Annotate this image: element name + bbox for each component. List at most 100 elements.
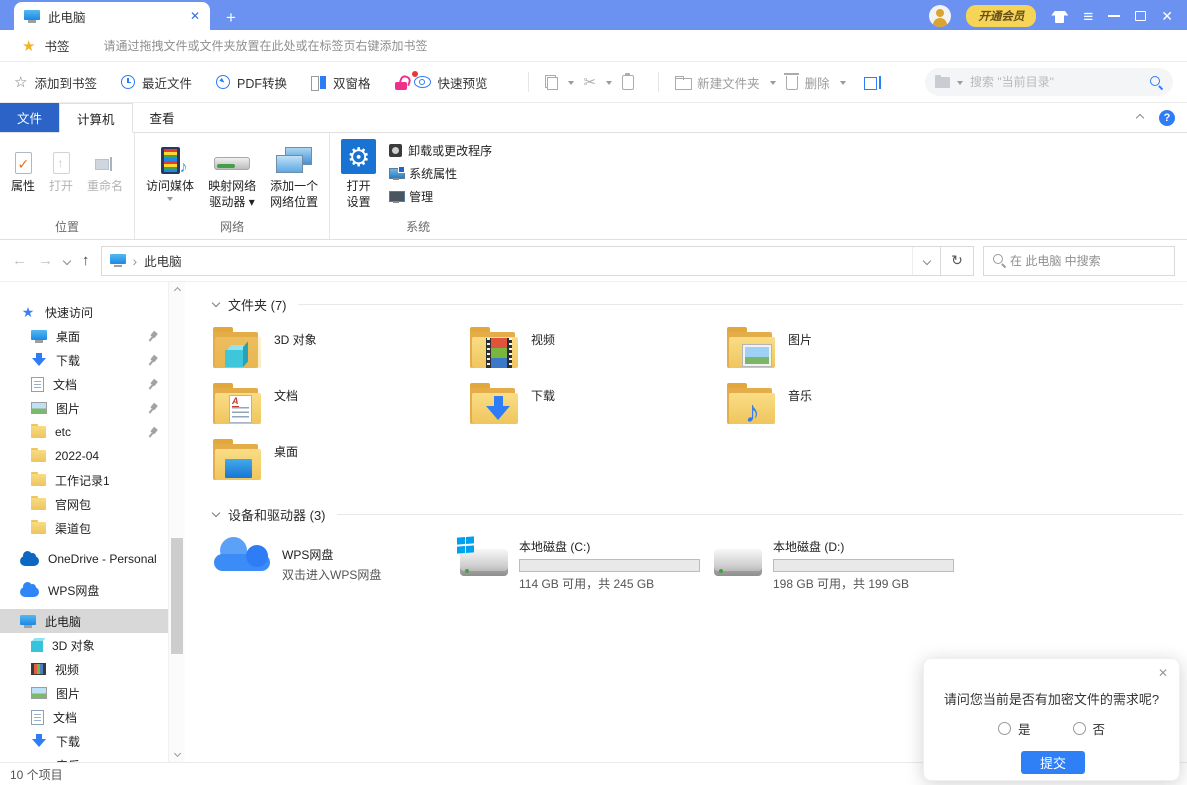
lock-button[interactable] [395,75,408,90]
add-bookmark-button[interactable]: ☆ 添加到书签 [14,73,97,92]
open-button[interactable]: 打开 [42,135,80,195]
sidebar-item-wps-drive[interactable]: WPS网盘 [0,578,168,602]
tab-this-pc[interactable]: 此电脑 ✕ [14,2,210,30]
tab-file[interactable]: 文件 [0,103,59,132]
access-media-button[interactable]: 访问媒体 [139,135,201,204]
sidebar-item-pictures[interactable]: 图片 [0,396,168,420]
submit-button[interactable]: 提交 [1021,751,1085,774]
folder-item-downloads[interactable]: 下载 [470,382,727,427]
add-network-location-button[interactable]: 添加一个 网络位置 [263,135,325,210]
uninstall-program-button[interactable]: 卸载或更改程序 [389,142,492,159]
quick-preview-button[interactable]: 快速预览 [414,73,488,92]
scroll-up-icon[interactable] [169,282,185,299]
scrollbar-thumb[interactable] [171,538,183,654]
radio-yes[interactable] [998,722,1011,735]
sidebar-item-desktop[interactable]: 桌面 [0,324,168,348]
dialog-close-icon[interactable]: ✕ [1158,666,1168,680]
theme-skin-icon[interactable] [1051,10,1068,23]
system-properties-button[interactable]: 系统属性 [389,165,492,182]
breadcrumb-location[interactable]: 此电脑 [144,251,182,270]
sidebar-item-onedrive[interactable]: OneDrive - Personal [0,547,168,571]
help-icon[interactable]: ? [1159,110,1175,126]
sidebar-item-this-pc[interactable]: 此电脑 [0,609,168,633]
sidebar-item-videos[interactable]: 视频 [0,657,168,681]
back-icon[interactable]: ← [12,252,27,269]
sidebar-item-documents[interactable]: 文档 [0,372,168,396]
option-yes[interactable]: 是 [998,719,1031,738]
new-tab-button[interactable]: + [226,9,236,26]
option-no[interactable]: 否 [1073,719,1106,738]
dual-pane-button[interactable]: 双窗格 [311,73,371,92]
folder-item-3d-objects[interactable]: 3D 对象 [213,326,470,371]
location-search[interactable] [983,246,1175,276]
folder-item-videos[interactable]: 视频 [470,326,727,371]
device-item-drive-d[interactable]: 本地磁盘 (D:) 198 GB 可用，共 199 GB [714,536,1183,592]
search-scope-folder-icon[interactable] [935,77,950,88]
rename-ribbon-button[interactable]: 重命名 [80,135,130,195]
sidebar-item-official-pkg[interactable]: 官网包 [0,492,168,516]
user-avatar[interactable] [929,5,951,27]
open-settings-button[interactable]: 打开 设置 [334,135,383,210]
copy-button[interactable] [545,75,558,90]
tab-computer[interactable]: 计算机 [59,103,133,133]
bookmark-label[interactable]: 书签 [44,36,69,55]
search-icon[interactable] [1150,76,1163,89]
properties-button[interactable]: 属性 [4,135,42,195]
maximize-button[interactable] [1135,11,1146,21]
menu-icon[interactable]: ≡ [1083,8,1093,25]
vip-button[interactable]: 开通会员 [966,5,1036,27]
tab-close-icon[interactable]: ✕ [190,9,200,23]
sidebar-scrollbar[interactable] [168,282,185,762]
delete-caret-icon[interactable] [840,81,846,88]
sidebar-item-downloads[interactable]: 下载 [0,348,168,372]
sidebar-item-downloads2[interactable]: 下载 [0,729,168,753]
address-box[interactable]: › 此电脑 [101,246,942,276]
paste-button[interactable] [622,75,634,90]
toolbar-search-input[interactable] [970,75,1143,89]
refresh-button[interactable]: ↻ [941,246,974,276]
devices-section-header[interactable]: 设备和驱动器 (3) [213,505,1183,524]
new-folder-caret-icon[interactable] [770,81,776,88]
folder-item-music[interactable]: ♪ 音乐 [727,382,984,427]
rename-button[interactable] [864,76,881,89]
tab-view[interactable]: 查看 [133,103,192,132]
scroll-down-icon[interactable] [169,745,185,762]
device-item-drive-c[interactable]: 本地磁盘 (C:) 114 GB 可用，共 245 GB [460,536,714,592]
sidebar-item-worklog[interactable]: 工作记录1 [0,468,168,492]
folder-item-pictures[interactable]: 图片 [727,326,984,371]
toolbar-search[interactable] [925,68,1173,96]
device-item-wps-drive[interactable]: WPS网盘 双击进入WPS网盘 [213,536,460,592]
recent-files-button[interactable]: 最近文件 [121,73,192,92]
collapse-section-icon[interactable] [212,299,220,307]
up-icon[interactable]: ↑ [82,252,90,269]
folder-item-desktop[interactable]: 桌面 [213,438,470,483]
sidebar-item-channel-pkg[interactable]: 渠道包 [0,516,168,540]
collapse-ribbon-icon[interactable] [1136,113,1144,121]
manage-button[interactable]: 管理 [389,188,492,205]
cut-button[interactable]: ✂ [584,73,597,91]
cut-dropdown-caret-icon[interactable] [606,81,612,88]
minimize-button[interactable] [1108,15,1120,17]
new-folder-button[interactable]: 新建文件夹 [675,73,760,92]
map-network-drive-button[interactable]: 映射网络 驱动器 ▾ [201,135,263,210]
location-search-input[interactable] [1010,254,1165,268]
sidebar-item-etc[interactable]: etc [0,420,168,444]
history-caret-icon[interactable] [63,256,71,264]
sidebar-item-pictures2[interactable]: 图片 [0,681,168,705]
search-scope-caret-icon[interactable] [957,81,963,88]
collapse-section-icon[interactable] [212,509,220,517]
sidebar-item-documents2[interactable]: 文档 [0,705,168,729]
forward-icon[interactable]: → [38,252,53,269]
sidebar-item-2022-04[interactable]: 2022-04 [0,444,168,468]
folders-section-header[interactable]: 文件夹 (7) [213,295,1183,314]
delete-button[interactable]: 删除 [786,73,830,92]
address-dropdown[interactable] [912,247,940,275]
pdf-convert-button[interactable]: PDF转换 [216,73,287,92]
sidebar-item-music[interactable]: ♪ 音乐 [0,753,168,762]
folder-item-documents[interactable]: 文档 [213,382,470,427]
sidebar-item-quick-access[interactable]: ★ 快速访问 [0,300,168,324]
copy-dropdown-caret-icon[interactable] [568,81,574,88]
sidebar-item-3d-objects[interactable]: 3D 对象 [0,633,168,657]
close-button[interactable]: ✕ [1161,9,1173,23]
radio-no[interactable] [1073,722,1086,735]
